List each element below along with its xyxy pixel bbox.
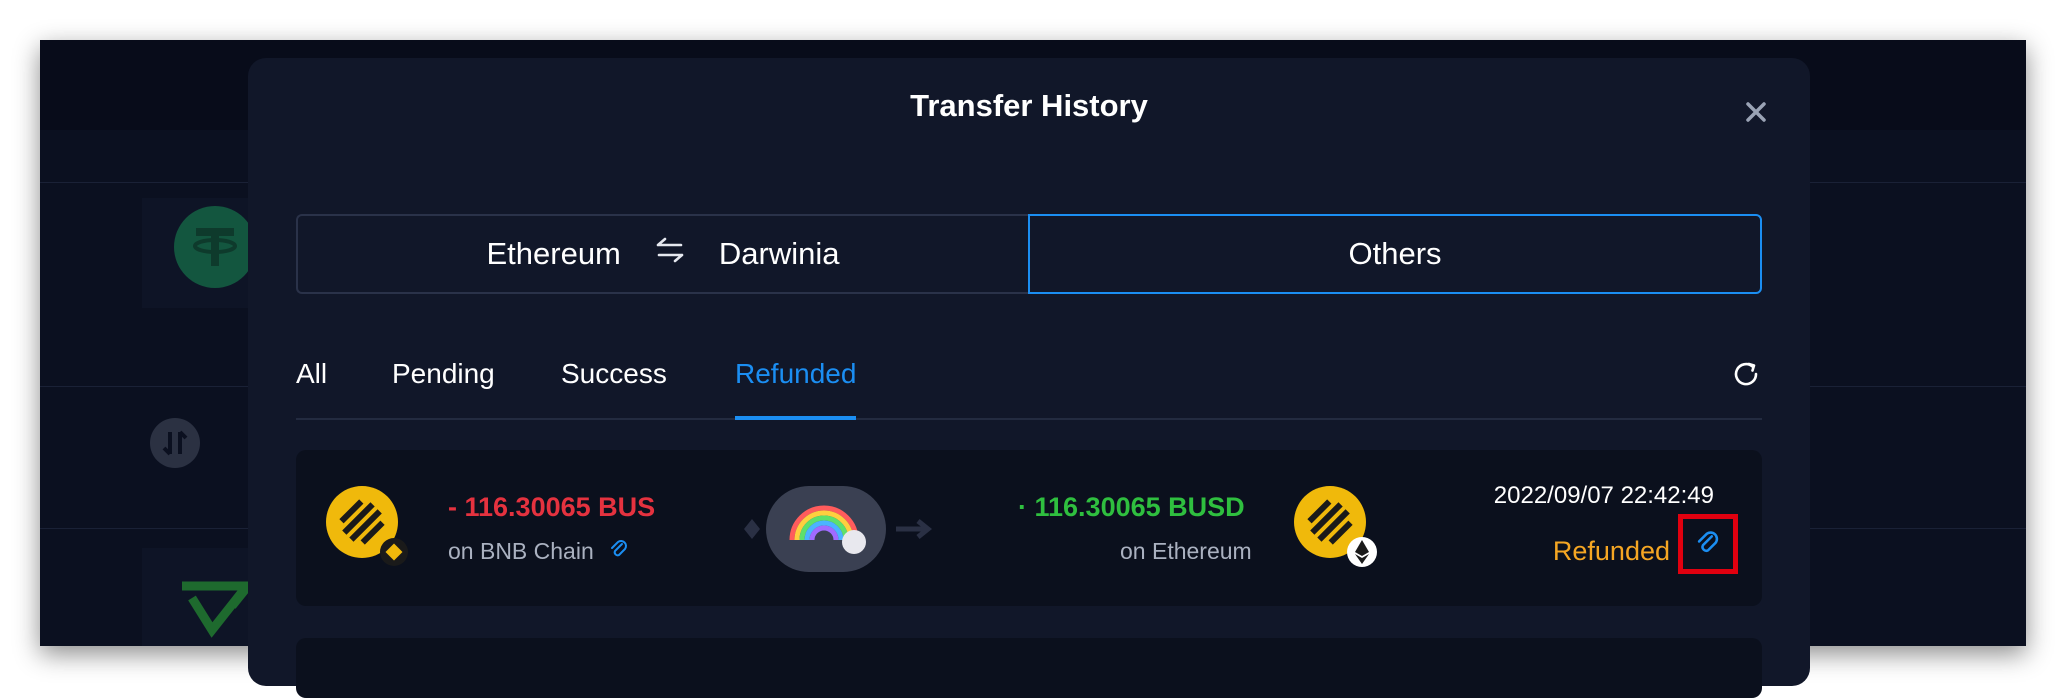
from-network-label: Ethereum	[486, 236, 621, 271]
destination-chain-label: on Ethereum	[1120, 538, 1252, 564]
filter-tabs: All Pending Success Refunded	[296, 346, 1762, 420]
transfer-timestamp: 2022/09/07 22:42:49	[1493, 482, 1714, 509]
tab-all[interactable]: All	[296, 346, 327, 418]
busd-token-icon	[326, 486, 408, 566]
source-link-icon[interactable]	[608, 539, 630, 567]
tab-success[interactable]: Success	[561, 346, 667, 418]
next-record-row[interactable]	[296, 638, 1762, 698]
network-switch: Ethereum Darwinia Others	[296, 214, 1762, 294]
others-label: Others	[1348, 236, 1442, 271]
source-chain-label: on BNB Chain	[448, 538, 630, 567]
ethereum-darwinia-option[interactable]: Ethereum Darwinia	[296, 214, 1028, 294]
transfer-history-dialog: Transfer History Ethereum Darwinia Other…	[248, 58, 1810, 698]
tab-pending[interactable]: Pending	[392, 346, 495, 418]
others-option[interactable]: Others	[1028, 214, 1762, 294]
status-badge: Refunded	[1552, 536, 1670, 566]
sent-amount: - 116.30065 BUS	[448, 492, 656, 522]
transfer-icon	[150, 418, 200, 468]
usdt-token-icon	[174, 206, 256, 288]
busd-ethereum-token-icon	[1294, 486, 1377, 567]
bridge-icon	[736, 474, 946, 584]
source-chain-text: on BNB Chain	[448, 538, 594, 564]
transfer-record-row[interactable]: - 116.30065 BUS on BNB Chain · 116.30065…	[296, 450, 1762, 606]
received-amount: · 116.30065 BUSD	[1018, 492, 1245, 522]
explorer-link-icon[interactable]	[1678, 514, 1738, 574]
close-icon[interactable]	[1742, 98, 1770, 126]
tab-refunded[interactable]: Refunded	[735, 346, 857, 420]
refresh-icon[interactable]	[1730, 358, 1762, 390]
swap-arrows-icon	[655, 236, 685, 272]
dialog-title: Transfer History	[910, 88, 1148, 123]
check-token-icon	[178, 568, 258, 646]
to-network-label: Darwinia	[718, 236, 840, 271]
